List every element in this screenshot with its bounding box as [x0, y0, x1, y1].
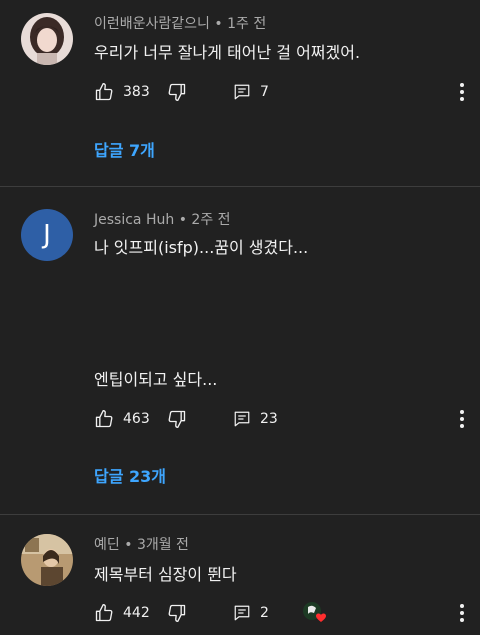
like-button[interactable]: 442	[94, 601, 150, 625]
dislike-button[interactable]	[167, 407, 187, 431]
comment-actions: 383 7	[94, 80, 480, 104]
meta-separator: •	[178, 212, 187, 228]
comment-time: 3개월 전	[136, 537, 189, 553]
comment-actions: 463 23	[94, 407, 480, 431]
thumbs-down-icon	[168, 604, 186, 622]
author-name[interactable]: 예딘	[94, 537, 120, 553]
reply-icon	[234, 605, 250, 621]
comment-time: 2주 전	[191, 212, 231, 228]
thumbs-down-icon	[168, 83, 186, 102]
author-name[interactable]: 이런배운사람같으니	[94, 16, 210, 32]
like-button[interactable]: 463	[94, 407, 150, 431]
dislike-button[interactable]	[167, 80, 187, 104]
comment-text-line-1: 나 잇프피(isfp)...꿈이 생겼다...	[94, 238, 309, 257]
more-vert-icon	[460, 604, 464, 622]
thumbs-up-icon	[95, 604, 113, 622]
reply-icon	[234, 411, 250, 427]
more-options-button[interactable]	[454, 601, 470, 625]
reply-count: 23	[260, 411, 278, 427]
comment-divider	[0, 186, 480, 187]
comment-meta: 예딘 • 3개월 전	[94, 534, 189, 554]
reply-icon	[234, 84, 250, 100]
like-count: 463	[123, 411, 150, 427]
thumbs-down-icon	[168, 410, 186, 428]
comment-time: 1주 전	[227, 16, 267, 32]
avatar[interactable]	[21, 534, 73, 586]
dislike-button[interactable]	[167, 601, 187, 625]
more-options-button[interactable]	[454, 407, 470, 431]
creator-heart-icon	[303, 602, 326, 622]
meta-separator: •	[214, 16, 223, 32]
photo-avatar-icon	[21, 13, 73, 65]
comment-divider	[0, 514, 480, 515]
like-count: 383	[123, 84, 150, 100]
thumbs-up-icon	[95, 83, 113, 101]
view-replies-button[interactable]: 답글 23개	[94, 463, 166, 487]
comment-text: 우리가 너무 잘나게 태어난 걸 어쩌겠어.	[94, 43, 361, 62]
photo-avatar-icon	[21, 534, 73, 586]
author-name[interactable]: Jessica Huh	[94, 212, 174, 228]
more-vert-icon	[460, 83, 464, 101]
meta-separator: •	[124, 537, 133, 553]
reply-count: 2	[260, 605, 269, 621]
comment-text-line-2: 엔팁이되고 싶다...	[94, 370, 218, 389]
like-count: 442	[123, 605, 150, 621]
comment-meta: 이런배운사람같으니 • 1주 전	[94, 13, 266, 33]
comment-actions: 442 2	[94, 601, 480, 625]
like-button[interactable]: 383	[94, 80, 150, 104]
avatar[interactable]: J	[21, 209, 73, 261]
reply-button[interactable]: 23	[233, 407, 278, 431]
view-replies-button[interactable]: 답글 7개	[94, 137, 155, 161]
comment-meta: Jessica Huh • 2주 전	[94, 209, 231, 229]
reply-button[interactable]: 7	[233, 80, 269, 104]
creator-heart	[302, 601, 328, 625]
comment-text: 제목부터 심장이 뛴다	[94, 565, 237, 584]
avatar[interactable]	[21, 13, 73, 65]
thumbs-up-icon	[95, 410, 113, 428]
more-vert-icon	[460, 410, 464, 428]
avatar-letter: J	[43, 220, 51, 250]
more-options-button[interactable]	[454, 80, 470, 104]
reply-count: 7	[260, 84, 269, 100]
reply-button[interactable]: 2	[233, 601, 269, 625]
